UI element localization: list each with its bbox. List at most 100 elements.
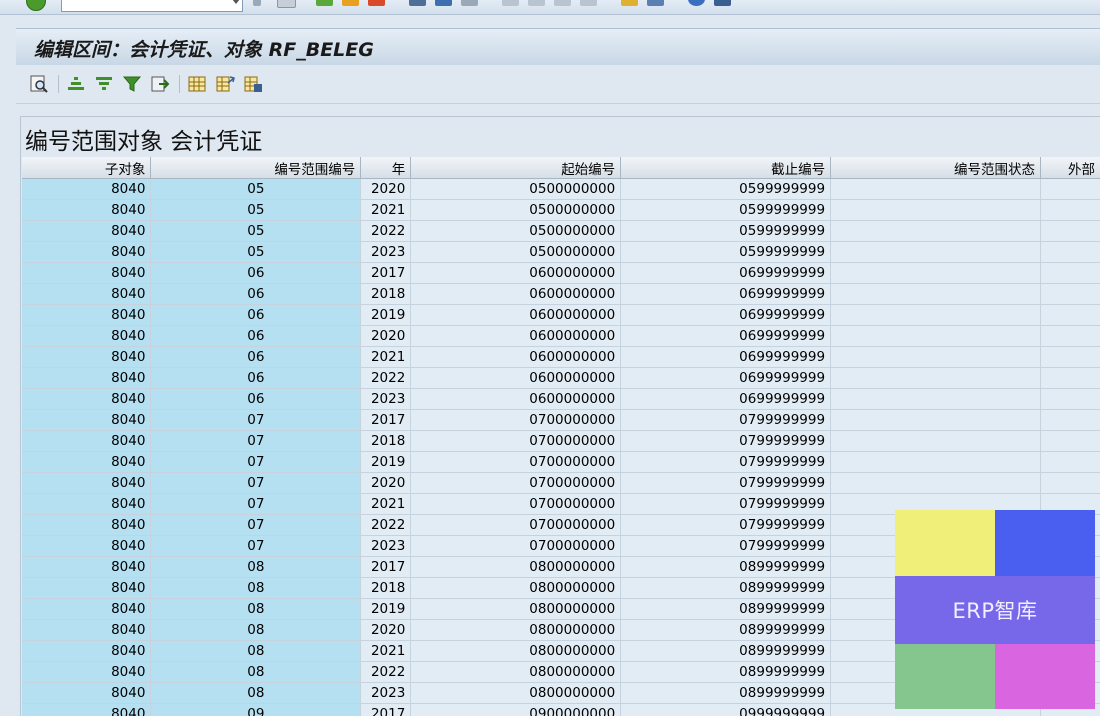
cell-range-number[interactable]: 06 — [151, 389, 361, 410]
find-next-icon[interactable] — [461, 0, 478, 6]
cell-to-number[interactable]: 0899999999 — [621, 599, 831, 620]
column-header-subobject[interactable]: 子对象 — [22, 157, 151, 179]
cell-subobject[interactable]: 8040 — [22, 578, 151, 599]
cell-range-number[interactable]: 08 — [151, 599, 361, 620]
history-icon[interactable] — [253, 0, 261, 6]
cell-external[interactable] — [1040, 473, 1100, 494]
cell-from-number[interactable]: 0600000000 — [411, 263, 621, 284]
cell-to-number[interactable]: 0699999999 — [621, 305, 831, 326]
cell-external[interactable] — [1040, 452, 1100, 473]
cell-year[interactable]: 2023 — [361, 389, 411, 410]
details-icon[interactable] — [29, 74, 49, 94]
cell-range-number[interactable]: 06 — [151, 305, 361, 326]
table-row[interactable]: 804006201806000000000699999999 — [22, 284, 1100, 305]
cell-range-status[interactable] — [831, 263, 1041, 284]
cell-subobject[interactable]: 8040 — [22, 200, 151, 221]
cell-year[interactable]: 2023 — [361, 242, 411, 263]
cell-to-number[interactable]: 0799999999 — [621, 473, 831, 494]
cell-range-number[interactable]: 07 — [151, 410, 361, 431]
cell-subobject[interactable]: 8040 — [22, 263, 151, 284]
cell-subobject[interactable]: 8040 — [22, 494, 151, 515]
cell-to-number[interactable]: 0799999999 — [621, 431, 831, 452]
table-row[interactable]: 804006202106000000000699999999 — [22, 347, 1100, 368]
cell-range-number[interactable]: 07 — [151, 431, 361, 452]
cell-from-number[interactable]: 0800000000 — [411, 683, 621, 704]
cell-from-number[interactable]: 0600000000 — [411, 326, 621, 347]
exit-icon[interactable] — [342, 0, 359, 6]
filter-icon[interactable] — [122, 74, 142, 94]
cell-year[interactable]: 2017 — [361, 704, 411, 716]
cell-to-number[interactable]: 0599999999 — [621, 242, 831, 263]
cell-external[interactable] — [1040, 284, 1100, 305]
cell-year[interactable]: 2022 — [361, 368, 411, 389]
cell-subobject[interactable]: 8040 — [22, 473, 151, 494]
cell-external[interactable] — [1040, 347, 1100, 368]
cell-to-number[interactable]: 0899999999 — [621, 557, 831, 578]
cell-range-number[interactable]: 05 — [151, 221, 361, 242]
find-icon[interactable] — [435, 0, 452, 6]
cell-year[interactable]: 2019 — [361, 599, 411, 620]
cell-subobject[interactable]: 8040 — [22, 536, 151, 557]
table-row[interactable]: 804005202305000000000599999999 — [22, 242, 1100, 263]
cell-to-number[interactable]: 0899999999 — [621, 620, 831, 641]
cell-to-number[interactable]: 0599999999 — [621, 200, 831, 221]
cell-range-status[interactable] — [831, 389, 1041, 410]
cell-to-number[interactable]: 0999999999 — [621, 704, 831, 716]
cell-range-number[interactable]: 08 — [151, 578, 361, 599]
cell-year[interactable]: 2021 — [361, 200, 411, 221]
cell-range-status[interactable] — [831, 473, 1041, 494]
cell-to-number[interactable]: 0599999999 — [621, 179, 831, 200]
table-row[interactable]: 804007201907000000000799999999 — [22, 452, 1100, 473]
cell-subobject[interactable]: 8040 — [22, 515, 151, 536]
cell-subobject[interactable]: 8040 — [22, 683, 151, 704]
cell-external[interactable] — [1040, 200, 1100, 221]
cell-range-number[interactable]: 08 — [151, 662, 361, 683]
cell-year[interactable]: 2021 — [361, 347, 411, 368]
customize-layout-icon[interactable] — [714, 0, 731, 6]
sort-ascending-icon[interactable] — [66, 74, 86, 94]
cell-year[interactable]: 2021 — [361, 641, 411, 662]
cell-from-number[interactable]: 0800000000 — [411, 557, 621, 578]
change-layout-icon[interactable] — [215, 74, 235, 94]
enter-icon[interactable] — [26, 0, 46, 11]
column-header-range-number[interactable]: 编号范围编号 — [151, 157, 361, 179]
table-row[interactable]: 804006201706000000000699999999 — [22, 263, 1100, 284]
cell-to-number[interactable]: 0899999999 — [621, 578, 831, 599]
cell-subobject[interactable]: 8040 — [22, 662, 151, 683]
table-row[interactable]: 804005202205000000000599999999 — [22, 221, 1100, 242]
cell-to-number[interactable]: 0699999999 — [621, 263, 831, 284]
cell-external[interactable] — [1040, 263, 1100, 284]
command-field[interactable] — [61, 0, 243, 12]
cell-range-number[interactable]: 08 — [151, 620, 361, 641]
table-row[interactable]: 804006202306000000000699999999 — [22, 389, 1100, 410]
cell-year[interactable]: 2023 — [361, 683, 411, 704]
cell-range-number[interactable]: 08 — [151, 557, 361, 578]
cell-year[interactable]: 2020 — [361, 473, 411, 494]
cell-from-number[interactable]: 0500000000 — [411, 242, 621, 263]
cell-year[interactable]: 2021 — [361, 494, 411, 515]
table-row[interactable]: 804005202005000000000599999999 — [22, 179, 1100, 200]
cell-from-number[interactable]: 0500000000 — [411, 221, 621, 242]
cell-year[interactable]: 2020 — [361, 179, 411, 200]
table-row[interactable]: 804006202206000000000699999999 — [22, 368, 1100, 389]
back-icon[interactable] — [316, 0, 333, 6]
help-icon[interactable] — [688, 0, 705, 6]
cell-to-number[interactable]: 0699999999 — [621, 326, 831, 347]
cell-subobject[interactable]: 8040 — [22, 326, 151, 347]
column-header-external[interactable]: 外部 — [1040, 157, 1100, 179]
cell-year[interactable]: 2022 — [361, 515, 411, 536]
cell-range-number[interactable]: 07 — [151, 494, 361, 515]
cancel-icon[interactable] — [368, 0, 385, 6]
cell-from-number[interactable]: 0800000000 — [411, 620, 621, 641]
cell-from-number[interactable]: 0500000000 — [411, 179, 621, 200]
cell-range-number[interactable]: 08 — [151, 683, 361, 704]
cell-from-number[interactable]: 0700000000 — [411, 452, 621, 473]
table-row[interactable]: 804006201906000000000699999999 — [22, 305, 1100, 326]
cell-range-status[interactable] — [831, 347, 1041, 368]
cell-to-number[interactable]: 0699999999 — [621, 368, 831, 389]
cell-from-number[interactable]: 0700000000 — [411, 473, 621, 494]
export-icon[interactable] — [150, 74, 170, 94]
cell-from-number[interactable]: 0600000000 — [411, 284, 621, 305]
cell-to-number[interactable]: 0899999999 — [621, 662, 831, 683]
column-header-to-number[interactable]: 截止编号 — [621, 157, 831, 179]
